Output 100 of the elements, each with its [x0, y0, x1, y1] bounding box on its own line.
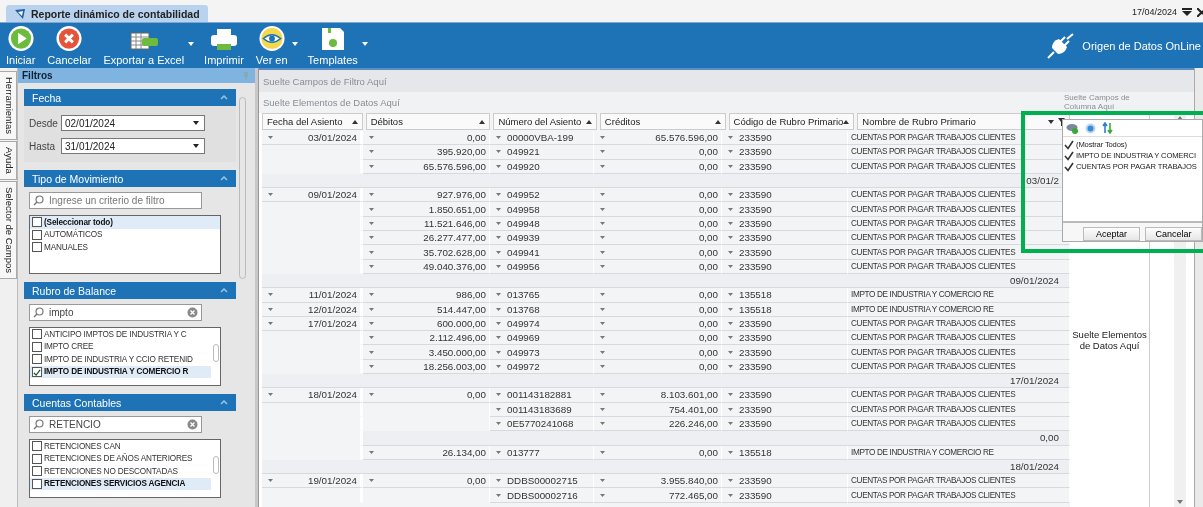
expand-arrow-icon[interactable]: [496, 364, 501, 368]
expand-arrow-icon[interactable]: [600, 322, 605, 325]
expand-arrow-icon[interactable]: [600, 422, 605, 426]
expand-arrow-icon[interactable]: [369, 336, 374, 340]
list-item[interactable]: (Seleccionar todo): [30, 216, 220, 229]
checkbox[interactable]: [1064, 139, 1074, 150]
expand-arrow-icon[interactable]: [600, 221, 605, 225]
toolbar-button[interactable]: Templates: [305, 23, 360, 68]
expand-arrow-icon[interactable]: [600, 393, 605, 397]
expand-arrow-icon[interactable]: [728, 493, 733, 497]
expand-arrow-icon[interactable]: [728, 322, 733, 325]
expand-arrow-icon[interactable]: [600, 336, 605, 340]
expand-arrow-icon[interactable]: [369, 164, 374, 168]
toolbar-button[interactable]: Exportar a Excel: [101, 23, 187, 68]
data-source-button[interactable]: Origen de Datos OnLine: [1046, 23, 1203, 68]
search-field[interactable]: RETENCIO: [29, 416, 202, 433]
expand-arrow-icon[interactable]: [728, 307, 733, 311]
expand-arrow-icon[interactable]: [728, 364, 733, 368]
expand-arrow-icon[interactable]: [496, 207, 501, 211]
expand-arrow-icon[interactable]: [600, 450, 605, 454]
column-header[interactable]: Código de Rubro Primario: [728, 113, 855, 130]
expand-arrow-icon[interactable]: [728, 450, 733, 454]
radio-icon[interactable]: [1085, 122, 1096, 134]
checkbox[interactable]: [32, 341, 42, 352]
toolbar-button[interactable]: Imprimir: [202, 23, 246, 68]
caret-icon[interactable]: [361, 42, 368, 46]
date-field[interactable]: 31/01/2024: [61, 138, 205, 154]
document-tab[interactable]: Reporte dinámico de contabilidad: [6, 5, 208, 22]
expand-arrow-icon[interactable]: [369, 236, 374, 240]
expand-arrow-icon[interactable]: [268, 293, 273, 297]
expand-arrow-icon[interactable]: [369, 293, 374, 297]
list-item[interactable]: IMPTO CREE: [30, 340, 211, 353]
expand-arrow-icon[interactable]: [600, 479, 605, 483]
sort-arrows-icon[interactable]: [1102, 122, 1113, 134]
expand-arrow-icon[interactable]: [600, 164, 605, 168]
list-item[interactable]: RETENCIONES DE AÑOS ANTERIORES: [30, 452, 211, 465]
toolbar-button[interactable]: Ver en: [253, 23, 290, 68]
expand-arrow-icon[interactable]: [728, 221, 733, 225]
list-item[interactable]: IMPTO DE INDUSTRIA Y COMERCIO R: [30, 365, 211, 378]
section-header[interactable]: Rubro de Balance: [24, 282, 236, 299]
list-item[interactable]: ANTICIPO IMPTOS DE INDUSTRIA Y C: [30, 328, 211, 341]
list-item[interactable]: AUTOMÁTICOS: [30, 228, 220, 241]
date-field[interactable]: 02/01/2024: [61, 115, 205, 131]
expand-arrow-icon[interactable]: [728, 407, 733, 411]
column-header[interactable]: Fecha del Asiento: [262, 113, 363, 130]
side-tab[interactable]: Selector de Campos: [0, 180, 17, 279]
expand-arrow-icon[interactable]: [728, 422, 733, 426]
search-field[interactable]: impto: [29, 304, 202, 321]
expand-arrow-icon[interactable]: [728, 336, 733, 340]
expand-arrow-icon[interactable]: [728, 250, 733, 254]
column-header[interactable]: Débitos: [365, 113, 491, 130]
expand-arrow-icon[interactable]: [728, 293, 733, 297]
checkbox[interactable]: [32, 242, 42, 253]
expand-arrow-icon[interactable]: [369, 322, 374, 325]
expand-arrow-icon[interactable]: [496, 336, 501, 340]
section-header[interactable]: Cuentas Contables: [24, 394, 236, 411]
expand-arrow-icon[interactable]: [268, 479, 273, 483]
expand-arrow-icon[interactable]: [496, 307, 501, 311]
expand-arrow-icon[interactable]: [728, 264, 733, 268]
expand-arrow-icon[interactable]: [369, 221, 374, 225]
expand-arrow-icon[interactable]: [496, 350, 501, 354]
expand-arrow-icon[interactable]: [600, 207, 605, 211]
checkbox[interactable]: [32, 466, 42, 477]
column-header[interactable]: Créditos: [599, 113, 726, 130]
expand-arrow-icon[interactable]: [728, 164, 733, 168]
toolbar-button[interactable]: Cancelar: [45, 23, 94, 68]
expand-arrow-icon[interactable]: [496, 164, 501, 168]
expand-arrow-icon[interactable]: [600, 250, 605, 254]
expand-arrow-icon[interactable]: [369, 350, 374, 354]
checkbox[interactable]: [32, 354, 42, 365]
popup-button[interactable]: Cancelar: [1145, 227, 1202, 241]
expand-arrow-icon[interactable]: [369, 264, 374, 268]
checkbox[interactable]: [1064, 161, 1074, 172]
expand-arrow-icon[interactable]: [496, 293, 501, 297]
expand-arrow-icon[interactable]: [728, 479, 733, 483]
expand-arrow-icon[interactable]: [496, 393, 501, 397]
expand-arrow-icon[interactable]: [496, 150, 501, 154]
expand-arrow-icon[interactable]: [369, 364, 374, 368]
expand-arrow-icon[interactable]: [728, 193, 733, 197]
list-item[interactable]: RETENCIONES CAN: [30, 440, 211, 453]
side-tab[interactable]: Ayuda: [0, 141, 17, 180]
toolbar-button[interactable]: Iniciar: [4, 23, 38, 68]
expand-arrow-icon[interactable]: [369, 207, 374, 211]
list-item[interactable]: IMPTO DE INDUSTRIA Y CCIO RETENID: [30, 353, 211, 366]
expand-arrow-icon[interactable]: [369, 307, 374, 311]
popup-button[interactable]: Aceptar: [1083, 227, 1140, 241]
expand-arrow-icon[interactable]: [268, 322, 273, 325]
expand-arrow-icon[interactable]: [496, 450, 501, 454]
checkbox[interactable]: [32, 217, 42, 228]
expand-arrow-icon[interactable]: [496, 479, 501, 483]
expand-arrow-icon[interactable]: [369, 250, 374, 254]
expand-arrow-icon[interactable]: [496, 322, 501, 325]
expand-arrow-icon[interactable]: [496, 193, 501, 197]
side-tab[interactable]: Herramientas: [0, 71, 17, 141]
expand-arrow-icon[interactable]: [496, 236, 501, 240]
expand-arrow-icon[interactable]: [268, 307, 273, 311]
expand-arrow-icon[interactable]: [600, 264, 605, 268]
column-header[interactable]: Número del Asiento: [493, 113, 597, 130]
caret-icon[interactable]: [188, 42, 195, 46]
checkbox[interactable]: [32, 441, 42, 452]
